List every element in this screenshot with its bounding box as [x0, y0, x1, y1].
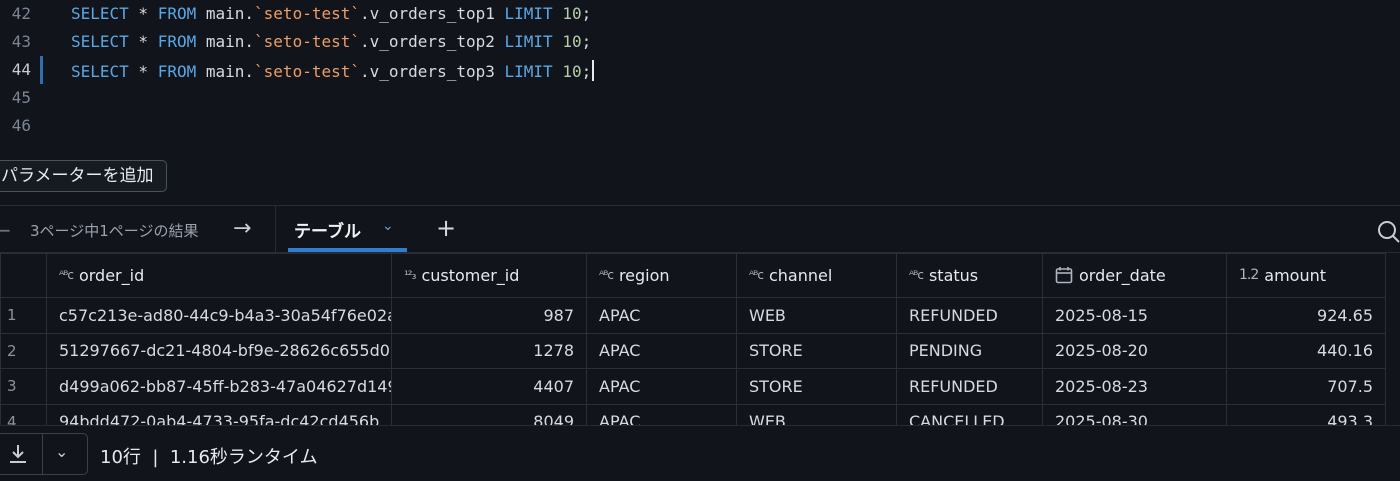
cell-customer-id[interactable]: 1278	[391, 332, 587, 369]
row-number: 1	[0, 297, 47, 334]
download-icon	[10, 445, 26, 463]
code-line-45[interactable]: 45	[0, 84, 1400, 112]
cell-region[interactable]: APAC	[586, 332, 737, 369]
code-text[interactable]: SELECT * FROM main.`seto-test`.v_orders_…	[71, 4, 591, 23]
cell-amount[interactable]: 493.3	[1226, 403, 1386, 425]
chevron-down-icon[interactable]: ⌄	[55, 442, 68, 461]
line-number: 46	[11, 116, 31, 135]
string-type-icon: ᴬᴮc	[749, 268, 764, 282]
column-header-amount[interactable]: 1.2 amount	[1226, 253, 1386, 298]
active-tab-indicator	[288, 248, 407, 252]
cell-amount[interactable]: 707.5	[1226, 368, 1386, 405]
row-number: 3	[0, 368, 47, 405]
code-text[interactable]: SELECT * FROM main.`seto-test`.v_orders_…	[71, 60, 595, 81]
cell-order-date[interactable]: 2025-08-15	[1042, 297, 1227, 334]
cell-status[interactable]: REFUNDED	[896, 368, 1043, 405]
cell-order-date[interactable]: 2025-08-23	[1042, 368, 1227, 405]
download-button[interactable]	[0, 434, 43, 474]
cell-order-id[interactable]: c57c213e-ad80-44c9-b4a3-30a54f76e02a	[46, 297, 392, 334]
cell-status[interactable]: PENDING	[896, 332, 1043, 369]
arrow-left-icon[interactable]: ←	[0, 218, 11, 242]
sql-editor[interactable]: 42 SELECT * FROM main.`seto-test`.v_orde…	[0, 0, 1400, 145]
code-line-42[interactable]: 42 SELECT * FROM main.`seto-test`.v_orde…	[0, 0, 1400, 28]
line-number: 43	[11, 32, 31, 51]
code-line-46[interactable]: 46	[0, 112, 1400, 140]
string-type-icon: ᴬᴮc	[599, 268, 614, 282]
active-line-marker	[40, 56, 43, 84]
cell-order-date[interactable]: 2025-08-20	[1042, 332, 1227, 369]
cell-channel[interactable]: STORE	[736, 368, 897, 405]
column-header-order-id[interactable]: ᴬᴮc order_id	[46, 253, 392, 298]
chevron-down-icon[interactable]: ⌄	[382, 218, 394, 234]
results-toolbar: ← 3ページ中1ページの結果 → テーブル ⌄ +	[0, 205, 1400, 253]
search-icon[interactable]	[1374, 220, 1400, 244]
table-row[interactable]: 4 94bdd472-0ab4-4733-95fa-dc42cd456b 804…	[0, 403, 1386, 425]
row-number: 2	[0, 332, 47, 369]
line-number: 45	[11, 88, 31, 107]
cell-order-id[interactable]: 51297667-dc21-4804-bf9e-28626c655d09	[46, 332, 392, 369]
cell-customer-id[interactable]: 4407	[391, 368, 587, 405]
download-button-group: ⌄	[0, 433, 88, 475]
calendar-icon	[1055, 267, 1073, 284]
cell-channel[interactable]: STORE	[736, 332, 897, 369]
table-row[interactable]: 2 51297667-dc21-4804-bf9e-28626c655d09 1…	[0, 332, 1386, 369]
row-number: 4	[0, 403, 47, 425]
cell-region[interactable]: APAC	[586, 403, 737, 425]
decimal-type-icon: 1.2	[1239, 267, 1259, 283]
result-status: 10行 | 1.16秒ランタイム	[100, 447, 318, 468]
results-table: ᴬᴮc order_id ¹²₃ customer_id ᴬᴮc region ᴬᴮc…	[0, 253, 1400, 425]
string-type-icon: ᴬᴮc	[909, 268, 924, 282]
arrow-right-icon[interactable]: →	[233, 216, 251, 241]
line-number: 42	[11, 4, 31, 23]
cell-region[interactable]: APAC	[586, 297, 737, 334]
page-info: 3ページ中1ページの結果	[30, 222, 199, 240]
column-header-order-date[interactable]: order_date	[1042, 253, 1227, 298]
cell-status[interactable]: CANCELLED	[896, 403, 1043, 425]
results-footer: ⌄ 10行 | 1.16秒ランタイム	[0, 425, 1400, 481]
column-header-status[interactable]: ᴬᴮc status	[896, 253, 1043, 298]
text-cursor	[592, 60, 595, 81]
string-type-icon: ᴬᴮc	[59, 268, 74, 282]
line-number: 44	[11, 60, 31, 79]
add-parameter-button[interactable]: パラメーターを追加	[0, 160, 167, 192]
integer-type-icon: ¹²₃	[404, 268, 416, 282]
cell-amount[interactable]: 440.16	[1226, 332, 1386, 369]
column-header-channel[interactable]: ᴬᴮc channel	[736, 253, 897, 298]
code-text[interactable]: SELECT * FROM main.`seto-test`.v_orders_…	[71, 32, 591, 51]
cell-channel[interactable]: WEB	[736, 297, 897, 334]
table-row[interactable]: 1 c57c213e-ad80-44c9-b4a3-30a54f76e02a 9…	[0, 297, 1386, 334]
cell-customer-id[interactable]: 987	[391, 297, 587, 334]
table-row[interactable]: 3 d499a062-bb87-45ff-b283-47a04627d149 4…	[0, 368, 1386, 405]
code-line-44[interactable]: 44 SELECT * FROM main.`seto-test`.v_orde…	[0, 56, 1400, 84]
toolbar-divider	[275, 206, 276, 252]
cell-channel[interactable]: WEB	[736, 403, 897, 425]
tab-label: テーブル	[294, 222, 361, 242]
code-line-43[interactable]: 43 SELECT * FROM main.`seto-test`.v_orde…	[0, 28, 1400, 56]
cell-status[interactable]: REFUNDED	[896, 297, 1043, 334]
column-header-region[interactable]: ᴬᴮc region	[586, 253, 737, 298]
table-header-row: ᴬᴮc order_id ¹²₃ customer_id ᴬᴮc region ᴬᴮc…	[0, 253, 1386, 298]
cell-amount[interactable]: 924.65	[1226, 297, 1386, 334]
cell-region[interactable]: APAC	[586, 368, 737, 405]
cell-order-id[interactable]: d499a062-bb87-45ff-b283-47a04627d149	[46, 368, 392, 405]
column-header-customer-id[interactable]: ¹²₃ customer_id	[391, 253, 587, 298]
cell-order-date[interactable]: 2025-08-30	[1042, 403, 1227, 425]
cell-customer-id[interactable]: 8049	[391, 403, 587, 425]
tab-table[interactable]: テーブル ⌄	[288, 206, 407, 252]
cell-order-id[interactable]: 94bdd472-0ab4-4733-95fa-dc42cd456b	[46, 403, 392, 425]
row-number-header	[0, 253, 47, 298]
add-tab-button[interactable]: +	[436, 214, 456, 242]
